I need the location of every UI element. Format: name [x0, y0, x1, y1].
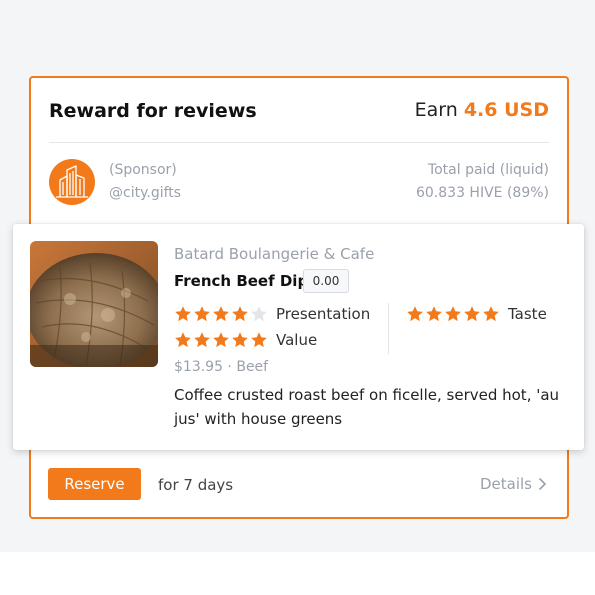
- total-paid-label: Total paid (liquid): [427, 162, 549, 178]
- reward-title: Reward for reviews: [49, 100, 257, 122]
- reserve-duration: for 7 days: [158, 476, 234, 494]
- star-filled-icon: [445, 306, 461, 322]
- rating-taste: Taste: [406, 305, 547, 323]
- city-buildings-icon[interactable]: [49, 159, 95, 205]
- rating-label: Presentation: [276, 305, 371, 323]
- star-filled-icon: [483, 306, 499, 322]
- sponsor-role: (Sponsor): [109, 162, 177, 178]
- star-filled-icon: [251, 332, 267, 348]
- details-link[interactable]: Details: [480, 475, 547, 493]
- rating-presentation: Presentation: [174, 305, 370, 323]
- dish-description: Coffee crusted roast beef on ficelle, se…: [174, 386, 560, 428]
- star-filled-icon: [213, 306, 229, 322]
- earn-label: Earn: [414, 99, 458, 121]
- star-filled-icon: [464, 306, 480, 322]
- price-category: $13.95 · Beef: [174, 359, 269, 375]
- details-label: Details: [479, 475, 532, 493]
- total-paid-value: 60.833 HIVE (89%): [415, 185, 549, 201]
- divider: [49, 142, 549, 143]
- earn-value: 4.6 USD: [463, 99, 549, 121]
- rating-value: Value: [174, 331, 317, 349]
- dish-photo: [30, 241, 158, 367]
- star-filled-icon: [213, 332, 229, 348]
- menu-item-card[interactable]: Batard Boulangerie & Cafe French Beef Di…: [13, 224, 584, 450]
- star-filled-icon: [175, 306, 191, 322]
- star-filled-icon: [232, 332, 248, 348]
- star-filled-icon: [175, 332, 191, 348]
- star-filled-icon: [426, 306, 442, 322]
- star-rating: [174, 331, 268, 349]
- sponsor-name[interactable]: @city.gifts: [109, 185, 181, 201]
- star-filled-icon: [194, 306, 210, 322]
- dish-name: French Beef Dip: [174, 272, 309, 290]
- star-filled-icon: [232, 306, 248, 322]
- reserve-button[interactable]: Reserve: [48, 468, 141, 500]
- rating-divider: [388, 303, 389, 354]
- dish-score-badge: 0.00: [303, 269, 349, 293]
- star-filled-icon: [194, 332, 210, 348]
- star-rating: [406, 305, 500, 323]
- star-filled-icon: [407, 306, 423, 322]
- earn-amount: Earn 4.6 USD: [415, 99, 549, 121]
- chevron-right-icon: [538, 477, 547, 491]
- rating-label: Value: [276, 331, 318, 349]
- star-empty-icon: [251, 306, 267, 322]
- star-rating: [174, 305, 268, 323]
- restaurant-name[interactable]: Batard Boulangerie & Cafe: [174, 245, 374, 263]
- rating-label: Taste: [508, 305, 547, 323]
